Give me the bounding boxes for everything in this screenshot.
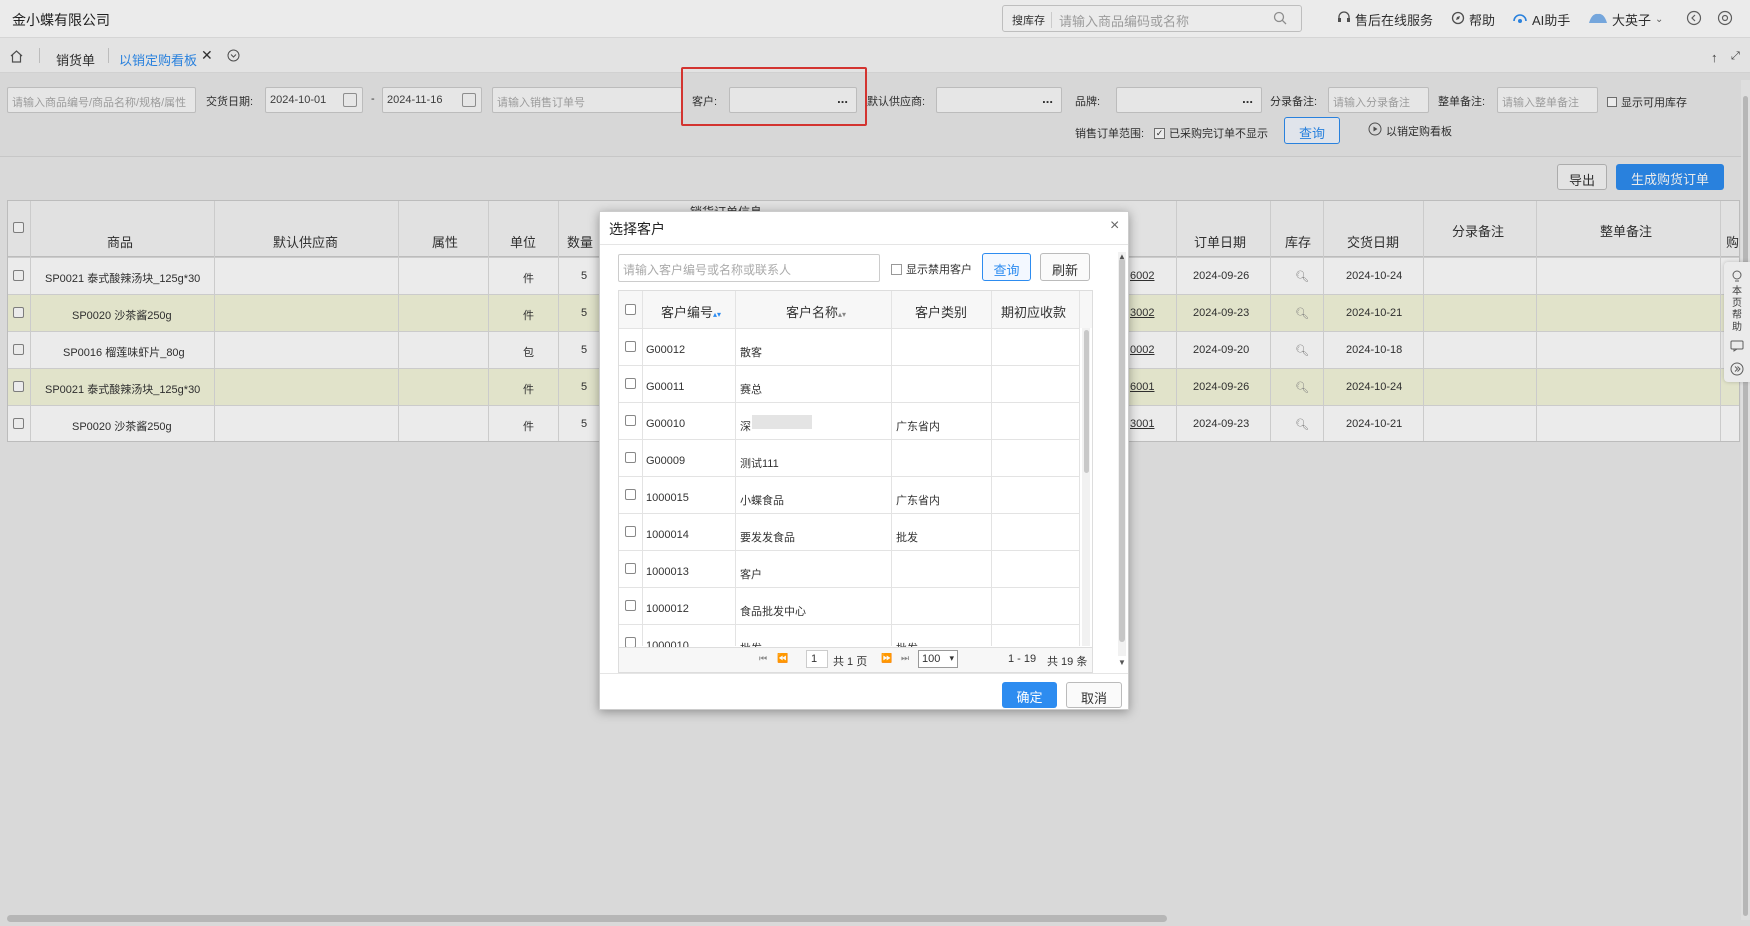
customer-code: G00009 bbox=[646, 455, 686, 467]
select-customer-dialog: 选择客户 × 请输入客户编号或名称或联系人 显示禁用客户 查询 刷新 客户编号▴… bbox=[599, 211, 1129, 710]
title-divider bbox=[600, 244, 1128, 245]
row-checkbox[interactable] bbox=[625, 452, 636, 463]
customer-category: 广东省内 bbox=[896, 421, 940, 433]
checkbox-icon[interactable] bbox=[891, 263, 902, 275]
range-text: 1 - 19 bbox=[1008, 653, 1037, 665]
customer-code: 1000010 bbox=[646, 640, 689, 648]
customer-name: 小蝶食品 bbox=[740, 495, 784, 507]
customer-row[interactable]: G00010 深 广东省内 bbox=[619, 402, 1079, 439]
col-opening-receivable[interactable]: 期初应收款 bbox=[1001, 302, 1066, 321]
total-count: 共 19 条 bbox=[1047, 656, 1088, 668]
row-checkbox[interactable] bbox=[625, 526, 636, 537]
col-customer-code-label: 客户编号 bbox=[661, 305, 714, 320]
customer-table: 客户编号▴▾ 客户名称▴▾ 客户类别 期初应收款 G00012 散客 G00011… bbox=[618, 290, 1093, 648]
row-checkbox[interactable] bbox=[625, 378, 636, 389]
customer-name: 批发 bbox=[740, 640, 762, 647]
last-page-icon[interactable]: ⏭ bbox=[901, 653, 909, 664]
customer-row[interactable]: G00011 赛总 bbox=[619, 365, 1079, 402]
customer-category: 批发 bbox=[896, 640, 918, 647]
col-line bbox=[642, 291, 643, 646]
prev-page-icon[interactable]: ⏪ bbox=[777, 653, 788, 664]
customer-row[interactable]: 1000015 小蝶食品 广东省内 bbox=[619, 476, 1079, 513]
table-scrollbar[interactable] bbox=[1084, 330, 1089, 473]
row-checkbox[interactable] bbox=[625, 415, 636, 426]
customer-name: 食品批发中心 bbox=[740, 606, 806, 618]
row-checkbox[interactable] bbox=[625, 341, 636, 352]
row-checkbox[interactable] bbox=[625, 600, 636, 611]
dialog-title: 选择客户 bbox=[609, 221, 665, 237]
customer-category: 广东省内 bbox=[896, 495, 940, 507]
page-size-select[interactable]: 100 ▾ bbox=[918, 650, 958, 668]
pager: ⏮ ⏪ 1 共 1 页 ⏩ ⏭ 100 ▾ 1 - 19 共 19 条 bbox=[618, 648, 1093, 673]
footer-divider bbox=[600, 673, 1128, 674]
customer-name: 散客 bbox=[740, 347, 762, 359]
customer-code: G00012 bbox=[646, 344, 686, 356]
customer-row[interactable]: G00012 散客 bbox=[619, 328, 1079, 365]
customer-row[interactable]: 1000012 食品批发中心 bbox=[619, 587, 1079, 624]
customer-code: 1000014 bbox=[646, 529, 689, 541]
col-line bbox=[891, 291, 892, 646]
col-customer-category[interactable]: 客户类别 bbox=[915, 302, 967, 321]
customer-code: 1000012 bbox=[646, 603, 689, 615]
cancel-button[interactable]: 取消 bbox=[1066, 682, 1122, 708]
page-input[interactable]: 1 bbox=[806, 650, 828, 668]
customer-row[interactable]: 1000013 客户 bbox=[619, 550, 1079, 587]
show-disabled-label: 显示禁用客户 bbox=[906, 264, 972, 276]
next-page-icon[interactable]: ⏩ bbox=[881, 653, 892, 664]
row-checkbox[interactable] bbox=[625, 489, 636, 500]
first-page-icon[interactable]: ⏮ bbox=[759, 653, 767, 664]
refresh-button[interactable]: 刷新 bbox=[1040, 253, 1090, 281]
customer-name: 赛总 bbox=[740, 384, 762, 396]
col-customer-name-label: 客户名称 bbox=[786, 305, 839, 320]
col-line bbox=[1079, 291, 1080, 646]
chevron-down-icon: ▾ bbox=[949, 653, 954, 663]
customer-code: G00011 bbox=[646, 381, 685, 393]
col-customer-code[interactable]: 客户编号▴▾ bbox=[661, 302, 721, 321]
page-size-value: 100 bbox=[922, 653, 941, 665]
customer-code: 1000013 bbox=[646, 566, 689, 578]
redacted-name bbox=[752, 415, 812, 429]
customer-name: 客户 bbox=[740, 569, 762, 581]
sort-icon[interactable]: ▴▾ bbox=[838, 310, 846, 319]
customer-name: 要发发食品 bbox=[740, 532, 795, 544]
sort-icon[interactable]: ▴▾ bbox=[713, 310, 721, 319]
select-all-checkbox[interactable] bbox=[625, 304, 636, 315]
customer-search-input[interactable]: 请输入客户编号或名称或联系人 bbox=[618, 254, 880, 282]
customer-name: 测试111 bbox=[740, 458, 779, 470]
row-checkbox[interactable] bbox=[625, 563, 636, 574]
row-checkbox[interactable] bbox=[625, 637, 636, 647]
customer-row[interactable]: 1000010 批发 批发 bbox=[619, 624, 1079, 648]
dialog-scrollbar[interactable] bbox=[1119, 258, 1125, 642]
customer-category: 批发 bbox=[896, 532, 918, 544]
col-line bbox=[735, 291, 736, 646]
customer-code: 1000015 bbox=[646, 492, 689, 504]
close-icon[interactable]: × bbox=[1110, 217, 1119, 235]
customer-query-button[interactable]: 查询 bbox=[982, 253, 1031, 281]
customer-name: 深 bbox=[740, 421, 751, 433]
scroll-down-icon[interactable]: ▼ bbox=[1118, 658, 1126, 667]
show-disabled-checkbox[interactable]: 显示禁用客户 bbox=[891, 261, 972, 277]
customer-row[interactable]: 1000014 要发发食品 批发 bbox=[619, 513, 1079, 550]
confirm-button[interactable]: 确定 bbox=[1002, 682, 1057, 708]
scroll-up-icon[interactable]: ▲ bbox=[1118, 252, 1126, 261]
customer-code: G00010 bbox=[646, 418, 686, 430]
col-line bbox=[991, 291, 992, 646]
customer-row[interactable]: G00009 测试111 bbox=[619, 439, 1079, 476]
col-customer-name[interactable]: 客户名称▴▾ bbox=[786, 302, 846, 321]
total-pages: 共 1 页 bbox=[833, 656, 868, 668]
